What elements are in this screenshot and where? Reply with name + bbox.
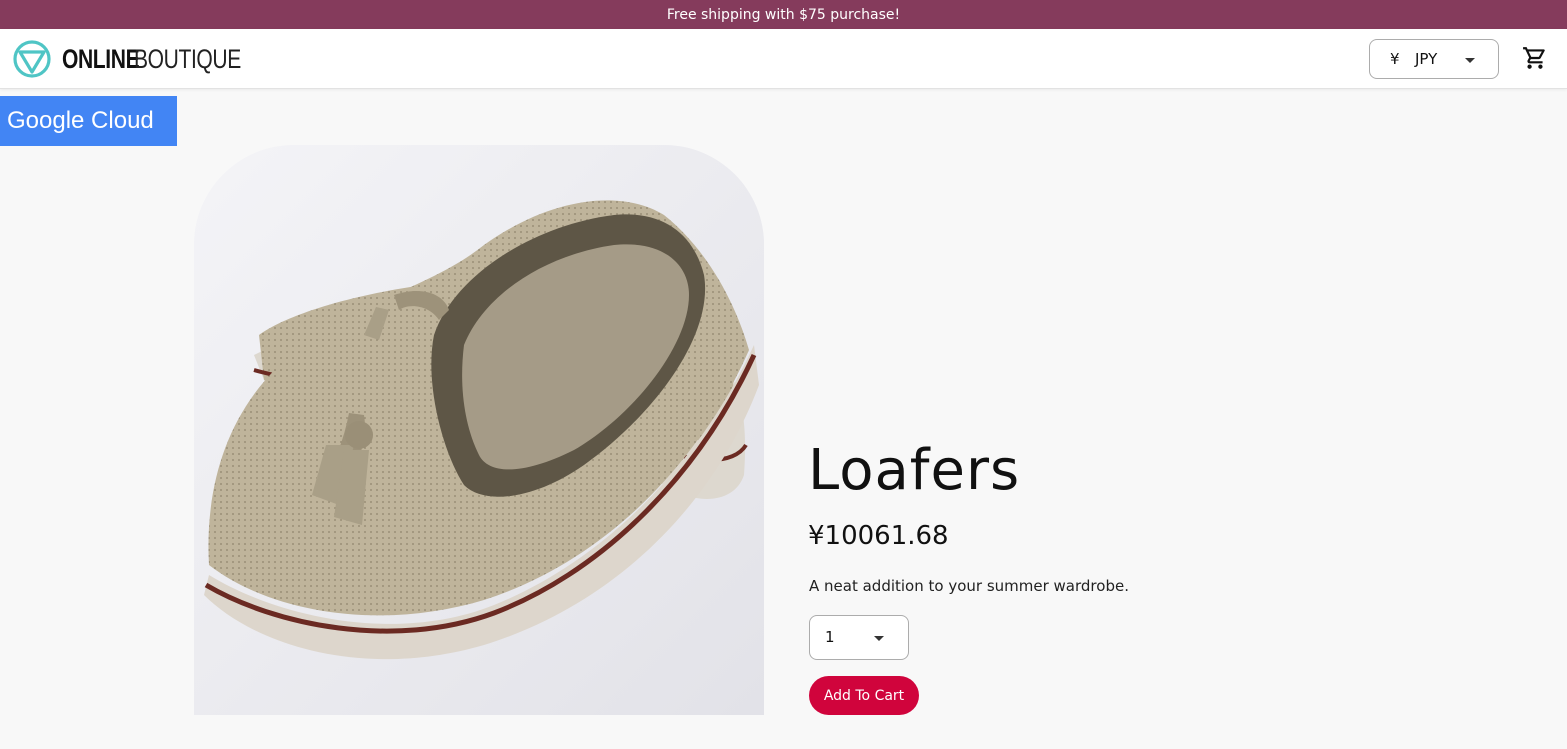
currency-code: JPY <box>1415 50 1438 68</box>
logo-triangle-icon <box>13 40 51 78</box>
product-description: A neat addition to your summer wardrobe. <box>809 577 1129 595</box>
quantity-value: 1 <box>825 628 835 646</box>
site-logo[interactable]: ONLINEBOUTIQUE <box>12 39 271 79</box>
promo-banner: Free shipping with $75 purchase! <box>0 0 1567 29</box>
product-title: Loafers <box>808 438 1021 503</box>
logo-wordmark-light: BOUTIQUE <box>134 44 241 74</box>
product-image <box>194 145 764 715</box>
chevron-down-icon <box>874 636 884 641</box>
quantity-select[interactable]: 1 <box>809 615 909 660</box>
currency-symbol: ¥ <box>1390 50 1400 68</box>
top-navbar: ONLINEBOUTIQUE ¥ JPY <box>0 29 1567 89</box>
google-cloud-badge: Google Cloud <box>0 96 177 146</box>
loafers-photo <box>194 145 764 715</box>
promo-banner-text: Free shipping with $75 purchase! <box>666 6 901 23</box>
product-price: ¥10061.68 <box>808 521 949 551</box>
currency-selector[interactable]: ¥ JPY <box>1369 39 1499 79</box>
google-cloud-badge-text: Google Cloud <box>7 107 154 134</box>
chevron-down-icon <box>1465 58 1475 63</box>
shopping-cart-icon[interactable] <box>1522 45 1548 71</box>
logo-wordmark: ONLINEBOUTIQUE <box>62 39 271 79</box>
add-to-cart-button[interactable]: Add To Cart <box>809 676 919 715</box>
logo-wordmark-bold: ONLINE <box>62 44 140 74</box>
